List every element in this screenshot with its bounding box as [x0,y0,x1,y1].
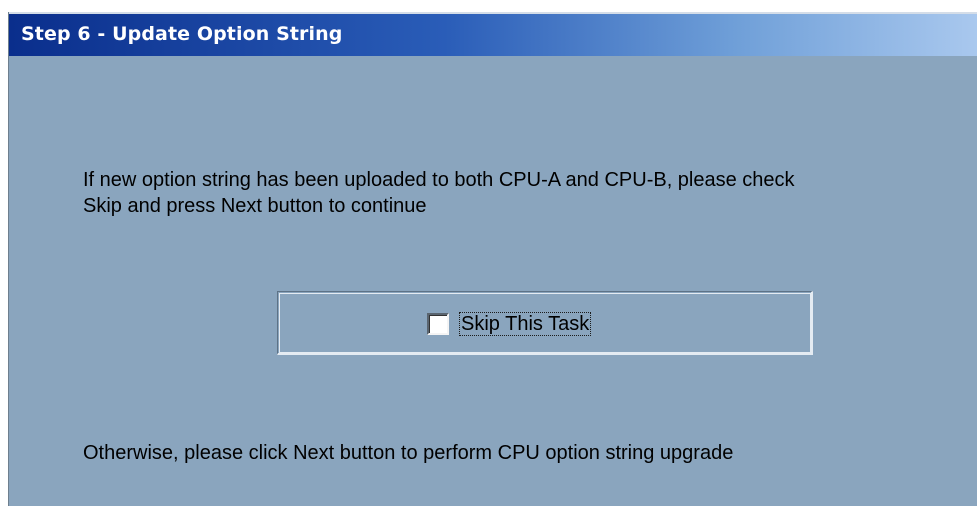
instruction-line-2: Skip and press Next button to continue [83,195,427,217]
skip-task-group: Skip This Task [277,291,813,355]
instruction-text: If new option string has been uploaded t… [83,167,795,219]
skip-task-checkbox[interactable] [427,313,449,335]
step-title: Step 6 - Update Option String [21,23,343,45]
skip-task-label[interactable]: Skip This Task [459,312,592,336]
skip-task-checkbox-row[interactable]: Skip This Task [427,312,592,336]
instruction-line-1: If new option string has been uploaded t… [83,169,795,191]
otherwise-text: Otherwise, please click Next button to p… [83,442,734,464]
title-bar: Step 6 - Update Option String [9,12,977,56]
wizard-panel: Step 6 - Update Option String If new opt… [8,12,977,506]
